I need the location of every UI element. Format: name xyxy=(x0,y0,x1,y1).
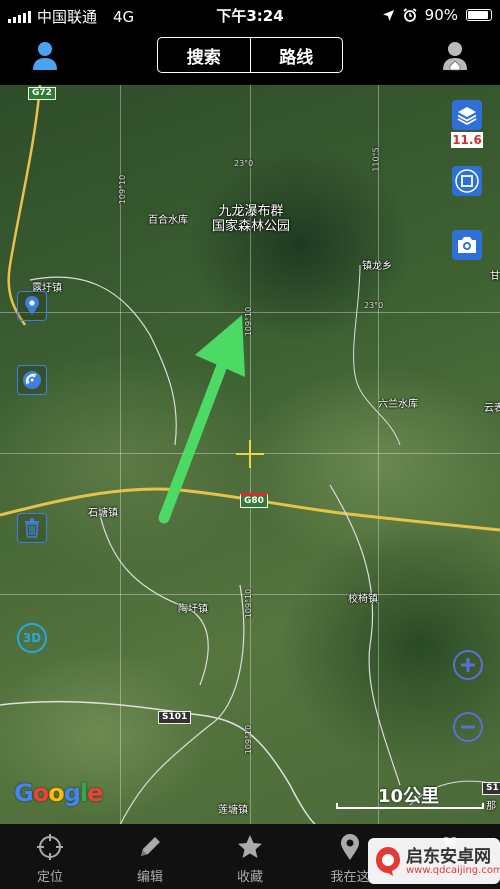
plus-icon xyxy=(461,658,475,672)
home-user-icon[interactable] xyxy=(440,40,470,72)
minus-icon xyxy=(461,725,475,729)
crosshair-icon xyxy=(37,834,63,860)
place-label: 百合水库 xyxy=(148,215,188,226)
measure-tool-button[interactable] xyxy=(17,365,47,395)
square-frame-icon xyxy=(455,169,479,193)
park-name-line1: 九龙瀑布群 xyxy=(218,204,284,219)
layers-button[interactable] xyxy=(452,100,482,130)
grid-label: 109°10 xyxy=(244,724,254,755)
annotation-arrow xyxy=(158,315,245,524)
alarm-icon xyxy=(403,8,417,22)
pin-icon xyxy=(341,834,359,860)
user-profile-icon[interactable] xyxy=(30,40,60,72)
layers-icon xyxy=(457,107,477,126)
trash-icon xyxy=(25,518,39,538)
place-label: 校椅镇 xyxy=(348,594,378,605)
map-pin-icon xyxy=(25,296,39,315)
delete-button[interactable] xyxy=(17,513,47,543)
watermark-name: 启东安卓网 xyxy=(406,847,491,867)
area-select-button[interactable] xyxy=(452,166,482,196)
zoom-in-button[interactable] xyxy=(453,650,483,680)
park-name-line2: 国家森林公园 xyxy=(212,219,291,234)
tab-locate[interactable]: 定位 xyxy=(0,824,100,889)
status-bar: 中国联通 4G 下午3:24 90% xyxy=(0,0,500,30)
tab-label: 定位 xyxy=(36,870,63,885)
place-label: 石塘镇 xyxy=(88,508,118,519)
park-label: 九龙瀑布群 国家森林公园 xyxy=(212,204,290,234)
battery-percent: 90% xyxy=(424,6,458,24)
grid-label: 23°0 xyxy=(234,159,254,168)
place-label: 镇龙乡 xyxy=(362,261,392,272)
place-label: 六兰水库 xyxy=(378,399,418,410)
grid-label: 110°5 xyxy=(371,147,381,172)
tab-label: 收藏 xyxy=(236,870,263,885)
screenshot-button[interactable] xyxy=(452,230,482,260)
grid-label: 23°0 xyxy=(364,301,384,310)
marker-tool-button[interactable] xyxy=(17,291,47,321)
radar-icon xyxy=(23,371,41,389)
zoom-out-button[interactable] xyxy=(453,712,483,742)
mode-switch: 搜索 路线 xyxy=(157,37,343,73)
tab-label: 我在这 xyxy=(330,870,370,885)
grid-label: 109°10 xyxy=(118,174,128,205)
watermark-logo-icon xyxy=(376,847,400,876)
3d-toggle-button[interactable]: 3D xyxy=(17,623,47,653)
tab-favorites[interactable]: 收藏 xyxy=(200,824,300,889)
place-label: 陶圩镇 xyxy=(178,604,208,615)
pencil-icon xyxy=(141,837,160,856)
place-label: 云表 xyxy=(484,403,500,414)
watermark-badge: 启东安卓网 www.qdcaijing.com xyxy=(368,838,500,884)
place-label: 甘 xyxy=(490,271,500,282)
place-label: 莲塘镇 xyxy=(218,805,248,816)
watermark-url: www.qdcaijing.com xyxy=(406,865,500,876)
tab-edit[interactable]: 编辑 xyxy=(100,824,200,889)
scale-bar xyxy=(336,803,484,809)
top-bar: 搜索 路线 xyxy=(0,30,500,85)
search-tab[interactable]: 搜索 xyxy=(158,38,250,72)
battery-icon xyxy=(466,9,492,21)
tab-label: 编辑 xyxy=(136,870,163,885)
google-logo: Google xyxy=(14,779,103,807)
place-label: 那 xyxy=(486,801,496,812)
road-badge-s101-edge: S1 xyxy=(482,782,500,795)
camera-icon xyxy=(458,237,476,253)
zoom-level-badge: 11.6 xyxy=(451,132,483,148)
grid-label: 109°10 xyxy=(244,588,254,619)
route-tab[interactable]: 路线 xyxy=(249,38,343,72)
road-badge-g72: G72 xyxy=(28,87,56,100)
map-view[interactable]: G72 G80 S101 S1 23°0 23°0 109°10 109°10 … xyxy=(0,85,500,824)
star-icon xyxy=(238,835,262,858)
road-badge-s101: S101 xyxy=(158,711,192,724)
location-arrow-icon xyxy=(382,9,394,21)
